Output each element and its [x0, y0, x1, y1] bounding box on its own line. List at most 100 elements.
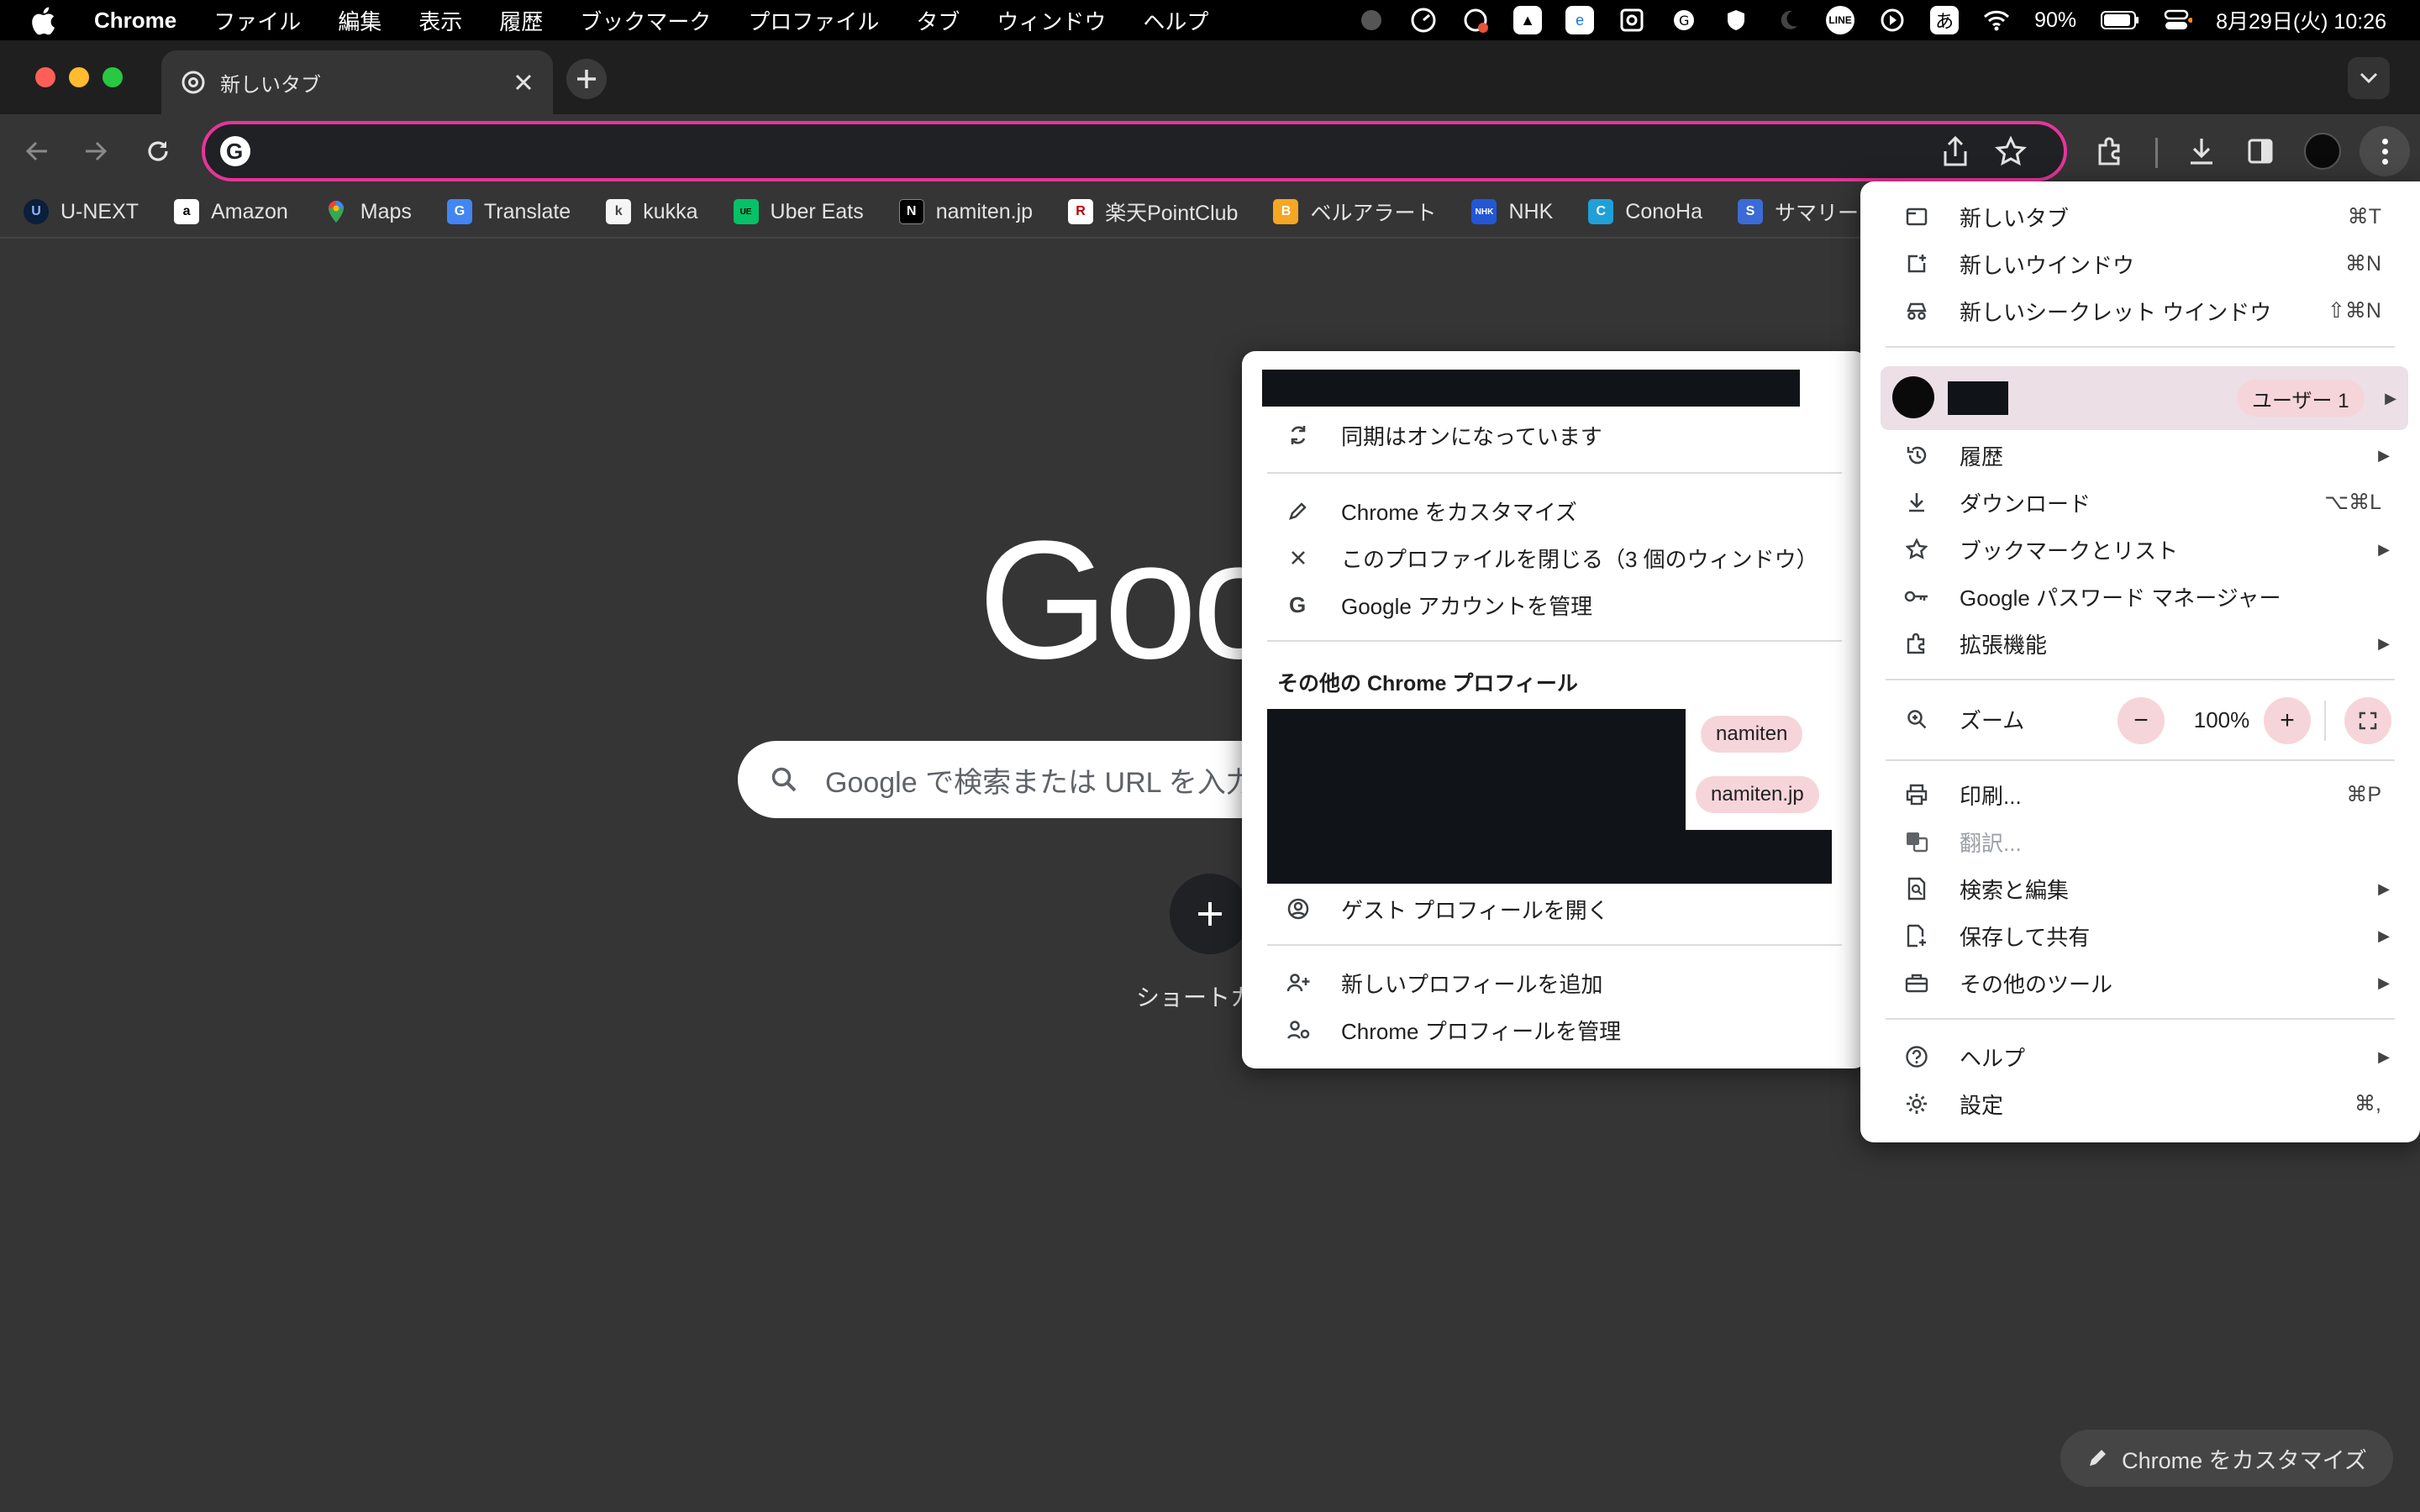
menubar-bookmarks[interactable]: ブックマーク: [580, 5, 711, 36]
bookmark-rakuten[interactable]: R 楽天PointClub: [1068, 197, 1238, 227]
menu-print[interactable]: 印刷... ⌘P: [1860, 771, 2420, 818]
window-minimize-button[interactable]: [69, 67, 89, 87]
bookmark-kukka[interactable]: k kukka: [606, 199, 698, 224]
zoom-in-button[interactable]: +: [2264, 697, 2311, 744]
bookmark-nhk[interactable]: NHK NHK: [1471, 199, 1553, 224]
reload-button[interactable]: [139, 133, 176, 170]
sync-status-label: 同期はオンになっています: [1341, 423, 1602, 449]
manage-google-account-item[interactable]: G Google アカウントを管理: [1242, 581, 1867, 628]
side-panel-icon[interactable]: [2242, 133, 2279, 170]
menubar-clock[interactable]: 8月29日(火) 10:26: [2216, 5, 2386, 35]
pencil-icon: [1286, 501, 1311, 521]
bookmark-bellalert[interactable]: B ベルアラート: [1273, 197, 1436, 227]
menu-downloads[interactable]: ダウンロード ⌥⌘L: [1860, 479, 2420, 526]
window-zoom-button[interactable]: [103, 67, 123, 87]
chrome-menu-button[interactable]: [2360, 126, 2410, 176]
guest-icon: [1286, 898, 1311, 920]
menu-new-incognito-shortcut: ⇧⌘N: [2327, 299, 2381, 323]
moon-icon[interactable]: [1774, 6, 1802, 34]
menubar-app-name[interactable]: Chrome: [94, 8, 176, 34]
bookmark-star-icon[interactable]: [1995, 136, 2027, 168]
wifi-icon[interactable]: [1982, 6, 2011, 34]
record-icon[interactable]: [1357, 6, 1386, 34]
redacted-profile-list[interactable]: [1267, 709, 1686, 884]
bookmark-unext[interactable]: U U-NEXT: [24, 199, 139, 224]
play-icon[interactable]: [1878, 6, 1907, 34]
menu-profile-row[interactable]: ユーザー 1 ▶: [1881, 366, 2408, 430]
menu-passwords[interactable]: Google パスワード マネージャー: [1860, 573, 2420, 620]
menubar-profiles[interactable]: プロファイル: [748, 5, 879, 36]
menu-settings[interactable]: 設定 ⌘,: [1860, 1080, 2420, 1127]
menubar-help[interactable]: ヘルプ: [1143, 5, 1208, 36]
edge-icon[interactable]: e: [1565, 6, 1595, 34]
menu-more-tools[interactable]: その他のツール ▶: [1860, 959, 2420, 1006]
menu-extensions[interactable]: 拡張機能 ▶: [1860, 620, 2420, 667]
divider: [1267, 640, 1842, 642]
manage-profiles-item[interactable]: Chrome プロフィールを管理: [1242, 1006, 1867, 1053]
bookmark-uber-eats[interactable]: UE Uber Eats: [733, 199, 864, 224]
bookmark-conoha[interactable]: C ConoHa: [1588, 199, 1702, 224]
menubar-window[interactable]: ウィンドウ: [997, 5, 1106, 36]
menu-find-edit[interactable]: 検索と編集 ▶: [1860, 865, 2420, 912]
menubar-tab[interactable]: タブ: [916, 5, 960, 36]
ime-icon[interactable]: あ: [1930, 6, 1960, 34]
menubar-file[interactable]: ファイル: [213, 5, 301, 36]
back-button[interactable]: [18, 133, 55, 170]
window-close-button[interactable]: [35, 67, 55, 87]
new-tab-button[interactable]: [566, 59, 607, 99]
menubar-edit[interactable]: 編集: [338, 5, 381, 36]
submenu-arrow-icon: ▶: [2378, 879, 2390, 897]
bookmark-maps[interactable]: Maps: [324, 199, 412, 224]
profile-chip-namiten-jp[interactable]: namiten.jp: [1696, 776, 1819, 813]
svg-text:G: G: [1679, 13, 1689, 29]
forward-button[interactable]: [77, 133, 114, 170]
divider: [1267, 944, 1842, 946]
add-profile-item[interactable]: 新しいプロフィールを追加: [1242, 959, 1867, 1006]
speedometer-icon[interactable]: [1409, 6, 1438, 34]
bookmark-amazon[interactable]: a Amazon: [174, 199, 288, 224]
drive-icon[interactable]: ▲: [1513, 6, 1543, 34]
bookmark-label: Translate: [483, 199, 571, 223]
address-bar[interactable]: G: [202, 121, 2067, 181]
submenu-arrow-icon: ▶: [2378, 634, 2390, 652]
guest-profile-item[interactable]: ゲスト プロフィールを開く: [1242, 885, 1867, 932]
customize-chrome-item[interactable]: Chrome をカスタマイズ: [1242, 487, 1867, 534]
menu-new-window[interactable]: 新しいウインドウ ⌘N: [1860, 240, 2420, 287]
ntp-search-placeholder: Google で検索または URL を入力: [825, 766, 1255, 799]
tab-close-icon[interactable]: [514, 73, 533, 92]
menubar-view[interactable]: 表示: [418, 5, 462, 36]
profile-avatar-button[interactable]: [2304, 133, 2341, 170]
menu-translate-label: 翻訳...: [1960, 830, 2022, 856]
control-center-icon[interactable]: [2164, 6, 2193, 34]
extensions-icon[interactable]: [2092, 133, 2129, 170]
menu-save-share[interactable]: 保存して共有 ▶: [1860, 912, 2420, 959]
bookmark-translate[interactable]: G Translate: [446, 199, 571, 224]
sync-status-item[interactable]: 同期はオンになっています: [1242, 412, 1867, 459]
shield-icon[interactable]: [1722, 6, 1750, 34]
menu-bookmarks[interactable]: ブックマークとリスト ▶: [1860, 526, 2420, 573]
close-profile-item[interactable]: このプロファイルを閉じる（3 個のウィンドウ）: [1242, 534, 1867, 581]
tab-search-button[interactable]: [2348, 57, 2390, 99]
submenu-arrow-icon: ▶: [2378, 927, 2390, 944]
line-icon[interactable]: LINE: [1826, 6, 1855, 34]
grammarly-icon[interactable]: G: [1670, 6, 1698, 34]
profile-chip-namiten[interactable]: namiten: [1701, 716, 1803, 753]
menu-new-tab[interactable]: 新しいタブ ⌘T: [1860, 193, 2420, 240]
tab-new-tab[interactable]: 新しいタブ: [161, 50, 553, 114]
apple-icon[interactable]: [30, 7, 57, 35]
add-shortcut-button[interactable]: [1170, 874, 1250, 954]
cloud-sync-icon[interactable]: [1461, 6, 1490, 34]
bookmark-summary[interactable]: S サマリー: [1738, 197, 1859, 227]
menubar-history[interactable]: 履歴: [499, 5, 543, 36]
menu-new-incognito[interactable]: 新しいシークレット ウインドウ ⇧⌘N: [1860, 287, 2420, 334]
customize-chrome-button[interactable]: Chrome をカスタマイズ: [2060, 1430, 2393, 1487]
zoom-out-button[interactable]: −: [2118, 697, 2165, 744]
downloads-icon[interactable]: [2183, 133, 2220, 170]
menu-history[interactable]: 履歴 ▶: [1860, 432, 2420, 479]
battery-icon[interactable]: [2100, 6, 2140, 34]
share-icon[interactable]: [1941, 134, 1970, 168]
menu-help[interactable]: ヘルプ ▶: [1860, 1033, 2420, 1080]
bookmark-namiten[interactable]: Nnamiten.jp: [898, 199, 1033, 224]
fullscreen-button[interactable]: [2344, 697, 2391, 744]
outlook-icon[interactable]: [1618, 6, 1646, 34]
